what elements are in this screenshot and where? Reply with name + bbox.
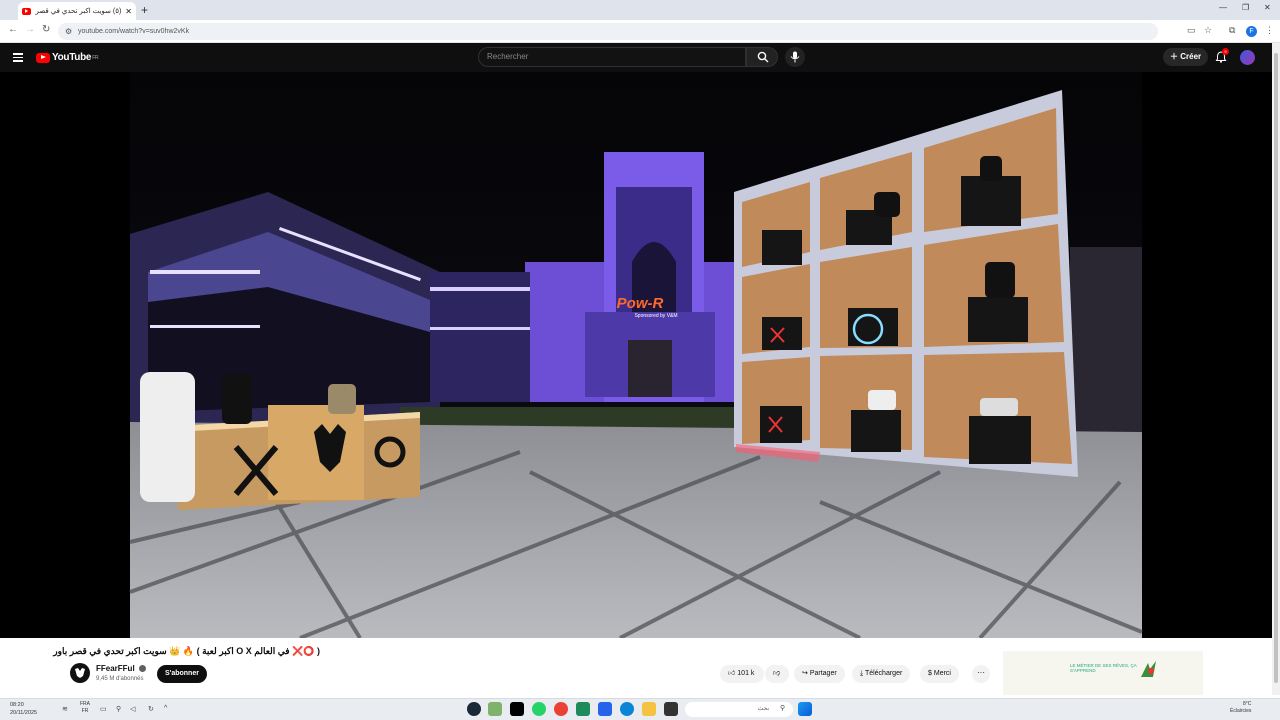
- mic-tray-icon[interactable]: ⚲: [116, 705, 121, 713]
- download-icon: ⤓: [860, 670, 864, 677]
- scrollbar-thumb[interactable]: [1274, 53, 1278, 683]
- capcut-app-icon[interactable]: [510, 702, 524, 716]
- youtube-play-icon: [36, 52, 50, 63]
- video-frame: Pow-R Sponsored by V&M: [129, 72, 1143, 638]
- video-player[interactable]: Pow-R Sponsored by V&M: [0, 72, 1272, 638]
- refresh-tray-icon[interactable]: ↻: [148, 705, 154, 713]
- scene-sign-subtext: Sponsored by V&M: [634, 313, 677, 319]
- file-explorer-icon[interactable]: [642, 702, 656, 716]
- menu-icon[interactable]: [13, 53, 23, 64]
- close-window-icon[interactable]: ✕: [1264, 3, 1271, 12]
- sidebar-ad[interactable]: LE MÉTIER DE SES RÊVES, ÇA S'APPREND: [1003, 651, 1203, 695]
- download-label: Télécharger: [864, 670, 903, 677]
- like-button[interactable]: 👍︎ 101 k: [720, 665, 764, 683]
- microphone-icon: [790, 51, 800, 63]
- channel-avatar[interactable]: [70, 663, 90, 683]
- whatsapp-app-icon[interactable]: [532, 702, 546, 716]
- subscribe-button[interactable]: S'abonner: [157, 665, 207, 683]
- forward-icon[interactable]: →: [25, 24, 35, 35]
- clock-time: 08:20: [10, 702, 24, 708]
- channel-name[interactable]: FFearFFul: [96, 664, 146, 673]
- taskbar-clock[interactable]: 08:20 20/11/2025: [10, 701, 37, 717]
- taskbar-search-icon: ⚲: [780, 705, 786, 712]
- thanks-button[interactable]: $ Merci: [920, 665, 959, 683]
- channel-name-text: FFearFFul: [96, 664, 135, 673]
- voice-search-button[interactable]: [785, 47, 805, 67]
- share-label: Partager: [809, 670, 837, 677]
- youtube-logo[interactable]: YouTube FR: [36, 52, 99, 63]
- weather-text: Éclaircies: [1230, 708, 1252, 714]
- app-green-icon[interactable]: [576, 702, 590, 716]
- extensions-icon[interactable]: ⧉: [1229, 25, 1235, 36]
- minimize-icon[interactable]: —: [1219, 3, 1227, 12]
- thumbs-up-icon: 👍︎: [728, 670, 736, 677]
- bookmark-star-icon[interactable]: ☆: [1204, 25, 1212, 36]
- notifications-badge: 9: [1222, 48, 1229, 55]
- plus-icon: ＋: [1170, 52, 1178, 61]
- address-bar[interactable]: ⚙ youtube.com/watch?v=suv0hw2vKk: [58, 23, 1158, 40]
- weather-widget[interactable]: 8°C Éclaircies: [1230, 701, 1251, 715]
- scene-sign-text: Pow-R: [617, 295, 664, 312]
- tray-chevron-icon[interactable]: ^: [164, 705, 167, 712]
- search-input[interactable]: Rechercher: [478, 47, 746, 67]
- app-dark-icon[interactable]: [664, 702, 678, 716]
- create-button[interactable]: ＋ Créer: [1163, 48, 1209, 66]
- subscriber-count: 9,45 M d'abonnés: [96, 676, 144, 682]
- download-button[interactable]: ⤓ Télécharger: [852, 665, 911, 683]
- like-count: 101 k: [737, 670, 755, 677]
- volume-icon[interactable]: ◁: [130, 705, 135, 713]
- thanks-icon: $: [928, 670, 932, 677]
- app-blue-icon[interactable]: [598, 702, 612, 716]
- site-info-icon[interactable]: ⚙: [65, 23, 72, 40]
- browser-menu-icon[interactable]: ⋮: [1265, 25, 1274, 36]
- edge-app-icon[interactable]: [620, 702, 634, 716]
- thanks-label: Merci: [933, 670, 951, 677]
- channel-logo-icon: [75, 668, 85, 678]
- new-tab-icon[interactable]: +: [141, 3, 148, 17]
- language-indicator[interactable]: FRA FR: [80, 701, 90, 715]
- browser-profile-avatar[interactable]: F: [1246, 26, 1257, 37]
- search-button[interactable]: [746, 47, 778, 67]
- chrome-app-icon[interactable]: [554, 702, 568, 716]
- clock-date: 20/11/2025: [10, 710, 38, 716]
- windows-taskbar: 08:20 20/11/2025 FRA FR ≋ ▭ ⚲ ◁ ↻ ^ بحث …: [0, 698, 1280, 720]
- browser-tab-strip: (٥) سويت اكبر تحدي في قصر... ✕ + — ❐ ✕: [0, 0, 1280, 20]
- weather-temp: 8°C: [1243, 701, 1252, 707]
- region-code: FR: [92, 54, 99, 61]
- more-actions-button[interactable]: ···: [972, 665, 990, 683]
- tab-title: (٥) سويت اكبر تحدي في قصر...: [35, 8, 122, 15]
- share-button[interactable]: ↪ Partager: [794, 665, 845, 683]
- share-icon: ↪: [802, 670, 808, 677]
- youtube-favicon-icon: [22, 7, 31, 15]
- account-avatar[interactable]: [1240, 50, 1255, 65]
- steam-app-icon[interactable]: [467, 702, 481, 716]
- start-button-icon[interactable]: [798, 702, 812, 716]
- tab-close-icon[interactable]: ✕: [125, 7, 132, 16]
- back-icon[interactable]: ←: [8, 24, 18, 35]
- wifi-icon[interactable]: ≋: [62, 705, 68, 713]
- browser-toolbar: ← → ↻ ⚙ youtube.com/watch?v=suv0hw2vKk ▭…: [0, 20, 1280, 43]
- video-title: ( ⭕❌ في العالم O X اكبر لعبة ) 🔥 👑 سويت …: [53, 646, 320, 656]
- lang-top: FRA: [80, 701, 90, 707]
- verified-badge-icon: [138, 665, 146, 673]
- dislike-button[interactable]: 👎︎: [765, 665, 789, 683]
- cast-icon[interactable]: ▭: [1187, 25, 1196, 36]
- thumbs-down-icon: 👎︎: [773, 670, 781, 677]
- taskbar-search[interactable]: بحث: [685, 702, 793, 717]
- lang-bottom: FR: [81, 708, 89, 714]
- browser-tab-youtube[interactable]: (٥) سويت اكبر تحدي في قصر... ✕: [18, 2, 136, 20]
- create-label: Créer: [1180, 52, 1202, 61]
- url-text: youtube.com/watch?v=suv0hw2vKk: [78, 28, 190, 35]
- search-icon: [757, 51, 769, 63]
- youtube-logo-text: YouTube: [52, 52, 92, 63]
- restore-icon[interactable]: ❐: [1242, 3, 1249, 12]
- battery-icon[interactable]: ▭: [100, 705, 107, 713]
- page-scrollbar[interactable]: [1272, 43, 1280, 695]
- drive-app-icon[interactable]: [488, 702, 502, 716]
- ad-logo-icon: [1141, 661, 1156, 677]
- reload-icon[interactable]: ↻: [42, 24, 50, 35]
- youtube-header: YouTube FR Rechercher ＋ Créer 9: [0, 43, 1272, 72]
